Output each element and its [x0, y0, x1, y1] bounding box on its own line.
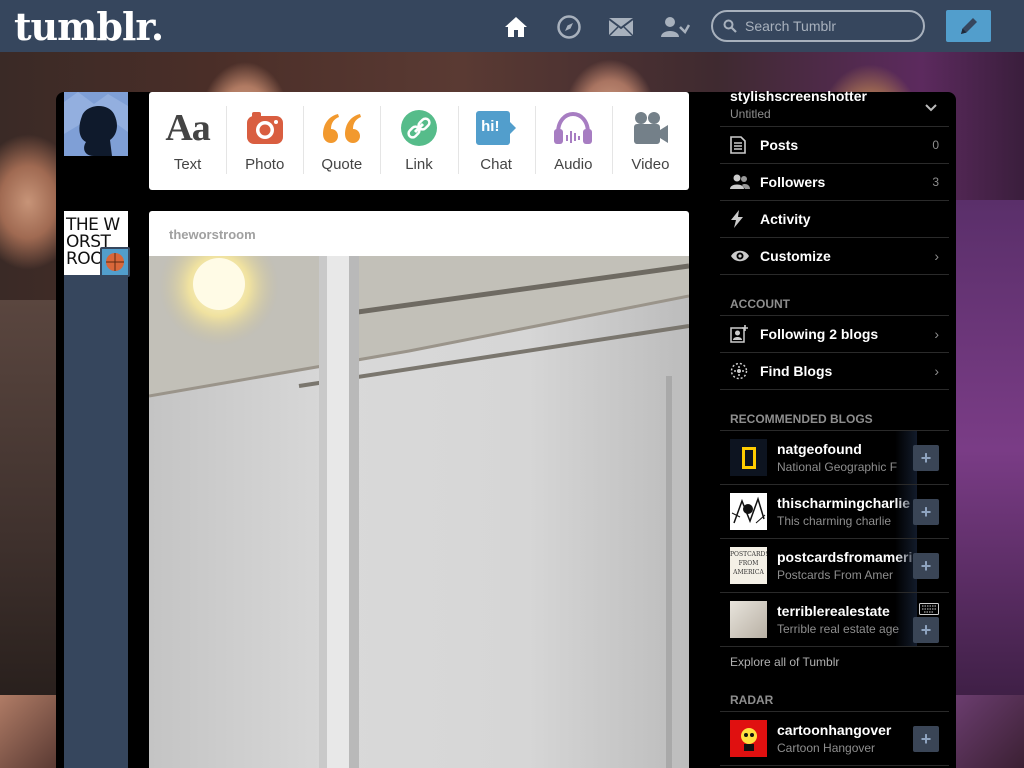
sidebar-item-following[interactable]: Following 2 blogs ›: [720, 316, 949, 353]
post-type-label: Link: [405, 156, 433, 173]
realestate-avatar: [730, 601, 767, 638]
chevron-right-icon: ›: [934, 326, 939, 342]
chat-icon-text: hi!: [481, 118, 500, 135]
post-type-label: Photo: [245, 156, 285, 173]
quote-icon: [321, 108, 363, 148]
post-type-text-button[interactable]: Aa Text: [149, 92, 226, 190]
posts-count: 0: [932, 138, 939, 152]
sidebar-item-label: Followers: [760, 174, 826, 190]
background-left-figure: [0, 300, 56, 695]
default-avatar-silhouette-icon: [64, 92, 128, 156]
search-input[interactable]: [745, 18, 915, 34]
add-person-icon: [730, 325, 750, 343]
pencil-icon: [960, 18, 977, 34]
sidebar-blog-switcher[interactable]: stylishscreenshotter Untitled: [720, 84, 949, 127]
post-type-video-button[interactable]: Video: [611, 92, 689, 190]
background-bottom-left: [0, 695, 56, 768]
chevron-right-icon: ›: [934, 248, 939, 264]
radar-blog-item[interactable]: cartoonhangover Cartoon Hangover +: [720, 712, 949, 766]
sidebar-item-posts[interactable]: Posts 0: [720, 127, 949, 164]
video-camera-icon: [631, 108, 669, 148]
post-type-label: Quote: [321, 156, 363, 173]
post-photo[interactable]: [149, 256, 689, 768]
sidebar-item-followers[interactable]: Followers 3: [720, 164, 949, 201]
inbox-mail-icon[interactable]: [607, 13, 635, 41]
natgeo-logo-icon: [730, 439, 767, 476]
explore-compass-icon[interactable]: [555, 13, 583, 41]
post-type-label: Video: [631, 156, 670, 173]
tumblr-logo[interactable]: tumblr.: [14, 4, 164, 49]
recommended-blog-item[interactable]: natgeofound National Geographic F +: [720, 431, 949, 485]
post-type-photo-button[interactable]: Photo: [226, 92, 303, 190]
sidebar-item-customize[interactable]: Customize ›: [720, 238, 949, 275]
text-glyph: Aa: [165, 107, 210, 149]
post-type-quote-button[interactable]: Quote: [303, 92, 380, 190]
eye-icon: [730, 249, 750, 263]
follow-button[interactable]: +: [913, 726, 939, 752]
search-icon: [723, 19, 737, 33]
link-icon: [400, 108, 438, 148]
basketball-icon: [106, 253, 124, 271]
text-aa-icon: Aa: [165, 107, 210, 149]
post-blog-name[interactable]: theworstroom: [149, 211, 689, 256]
radar-heading: RADAR: [720, 684, 949, 712]
search-box[interactable]: [711, 10, 925, 42]
sidebar-item-activity[interactable]: Activity: [720, 201, 949, 238]
post-type-audio-button[interactable]: Audio: [534, 92, 612, 190]
account-person-icon[interactable]: [660, 13, 690, 41]
post-card: theworstroom: [149, 211, 689, 768]
sidebar-item-label: Find Blogs: [760, 363, 833, 379]
people-icon: [730, 174, 750, 190]
follow-button[interactable]: +: [913, 553, 939, 579]
reblog-source-avatar[interactable]: [100, 247, 130, 277]
post-photo-room-image: [149, 256, 689, 768]
sidebar-blog-title: Untitled: [730, 107, 771, 121]
keyboard-icon: [919, 603, 939, 615]
sidebar-item-label: Following 2 blogs: [760, 326, 879, 342]
radar-blog-desc: Cartoon Hangover: [777, 741, 876, 755]
post-type-link-button[interactable]: Link: [380, 92, 457, 190]
cartoonhangover-avatar: [730, 720, 767, 757]
avatar-column: [64, 212, 128, 768]
sidebar-item-label: Activity: [760, 211, 811, 227]
recommended-heading: RECOMMENDED BLOGS: [720, 403, 949, 431]
post-type-label: Chat: [480, 156, 512, 173]
top-header: tumblr.: [0, 0, 1024, 52]
follow-button[interactable]: +: [913, 499, 939, 525]
camera-icon: [246, 108, 284, 148]
account-heading: ACCOUNT: [720, 288, 949, 316]
background-purple-dress: [949, 200, 1024, 700]
post-type-label: Audio: [554, 156, 593, 173]
document-icon: [730, 136, 750, 154]
sidebar-item-find-blogs[interactable]: Find Blogs ›: [720, 353, 949, 390]
recommended-blog-item[interactable]: thischarmingcharlie This charming charli…: [720, 485, 949, 539]
chevron-right-icon: ›: [934, 363, 939, 379]
home-icon[interactable]: [502, 13, 530, 41]
explore-all-link[interactable]: Explore all of Tumblr: [720, 647, 949, 678]
sidebar-item-label: Customize: [760, 248, 831, 264]
chevron-down-icon: [925, 104, 937, 112]
compose-button[interactable]: [946, 10, 991, 42]
background-bottom-right: [956, 695, 1024, 768]
follow-button[interactable]: +: [913, 445, 939, 471]
lightning-icon: [730, 210, 750, 228]
post-type-label: Text: [173, 156, 202, 173]
sidebar-item-label: Posts: [760, 137, 799, 153]
postcards-avatar: POSTCARDS FROM AMERICA: [730, 547, 767, 584]
find-dots-icon: [730, 362, 750, 380]
my-avatar[interactable]: [64, 92, 128, 156]
chat-bubble-icon: hi!: [475, 108, 517, 148]
post-type-chat-button[interactable]: hi! Chat: [457, 92, 535, 190]
radar-blog-name: cartoonhangover: [777, 722, 892, 738]
right-sidebar: stylishscreenshotter Untitled Posts 0 Fo…: [720, 84, 949, 766]
sidebar-blog-name: stylishscreenshotter: [730, 88, 867, 104]
follow-button[interactable]: +: [913, 617, 939, 643]
recommended-blog-item[interactable]: POSTCARDS FROM AMERICA postcardsfromamer…: [720, 539, 949, 593]
recommended-blog-item[interactable]: terriblerealestate Terrible real estate …: [720, 593, 949, 647]
headphones-icon: [553, 108, 593, 148]
followers-count: 3: [932, 175, 939, 189]
charmingcharlie-avatar: [730, 493, 767, 530]
post-type-composer: Aa Text Photo Quote Link hi! Chat Audio: [149, 92, 689, 190]
